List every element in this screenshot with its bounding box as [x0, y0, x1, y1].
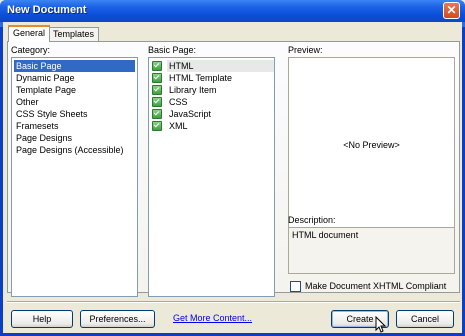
basic-page-item-xml[interactable]: XML: [149, 120, 274, 132]
basic-page-item-label: Library Item: [169, 85, 217, 95]
tab-general-label: General: [13, 28, 46, 38]
tab-general[interactable]: General: [8, 25, 51, 42]
footer-separator: [7, 301, 460, 303]
description-box: HTML document: [288, 227, 455, 274]
dialog-window: New Document ✕ General Templates Categor…: [0, 0, 465, 336]
basic-page-item-css[interactable]: CSS: [149, 96, 274, 108]
category-item-template-page[interactable]: Template Page: [14, 84, 76, 96]
cancel-button[interactable]: Cancel: [396, 310, 454, 328]
page-icon: [152, 73, 162, 83]
category-label: Category:: [11, 45, 51, 55]
preview-placeholder: <No Preview>: [343, 139, 400, 150]
page-icon: [152, 121, 162, 131]
basic-page-list[interactable]: HTML HTML Template Library Item CSS Java…: [148, 57, 275, 297]
category-item-page-designs[interactable]: Page Designs: [14, 132, 72, 144]
preview-area: <No Preview>: [288, 57, 455, 232]
category-item-basic-page[interactable]: Basic Page: [14, 60, 135, 72]
description-label: Description:: [288, 215, 336, 225]
page-icon: [152, 97, 162, 107]
category-list[interactable]: Basic Page Dynamic Page Template Page Ot…: [11, 57, 138, 297]
title-bar[interactable]: New Document ✕: [0, 0, 465, 22]
close-icon: ✕: [446, 3, 457, 17]
basic-page-item-label: JavaScript: [169, 109, 212, 119]
tab-templates[interactable]: Templates: [48, 27, 100, 42]
mouse-pointer-icon: [375, 316, 387, 333]
preview-label: Preview:: [288, 45, 323, 55]
basic-page-item-label: CSS: [169, 97, 188, 107]
page-icon: [152, 61, 162, 71]
category-item-css-style-sheets[interactable]: CSS Style Sheets: [14, 108, 88, 120]
close-button[interactable]: ✕: [443, 2, 460, 19]
basic-page-item-label: HTML Template: [169, 73, 233, 83]
page-icon: [152, 109, 162, 119]
basic-page-item-javascript[interactable]: JavaScript: [149, 108, 274, 120]
window-title: New Document: [7, 4, 87, 16]
xhtml-compliant-checkbox[interactable]: [290, 281, 301, 292]
help-button[interactable]: Help: [11, 310, 73, 328]
basic-page-item-library-item[interactable]: Library Item: [149, 84, 274, 96]
page-icon: [152, 85, 162, 95]
category-item-other[interactable]: Other: [14, 96, 39, 108]
category-item-page-designs-accessible[interactable]: Page Designs (Accessible): [14, 144, 124, 156]
basic-page-item-label: XML: [169, 121, 188, 131]
get-more-content-link[interactable]: Get More Content...: [173, 313, 252, 323]
category-item-dynamic-page[interactable]: Dynamic Page: [14, 72, 75, 84]
basic-page-item-html[interactable]: HTML: [149, 60, 274, 72]
xhtml-compliant-label[interactable]: Make Document XHTML Compliant: [305, 281, 446, 291]
basic-page-item-html-template[interactable]: HTML Template: [149, 72, 274, 84]
tab-templates-label: Templates: [53, 29, 95, 39]
description-text: HTML document: [292, 230, 359, 240]
dialog-body: General Templates Category: Basic Page D…: [3, 22, 462, 333]
category-item-framesets[interactable]: Framesets: [14, 120, 59, 132]
basic-page-item-label: HTML: [167, 60, 274, 72]
preferences-button[interactable]: Preferences...: [80, 310, 155, 328]
basic-page-label: Basic Page:: [148, 45, 197, 55]
